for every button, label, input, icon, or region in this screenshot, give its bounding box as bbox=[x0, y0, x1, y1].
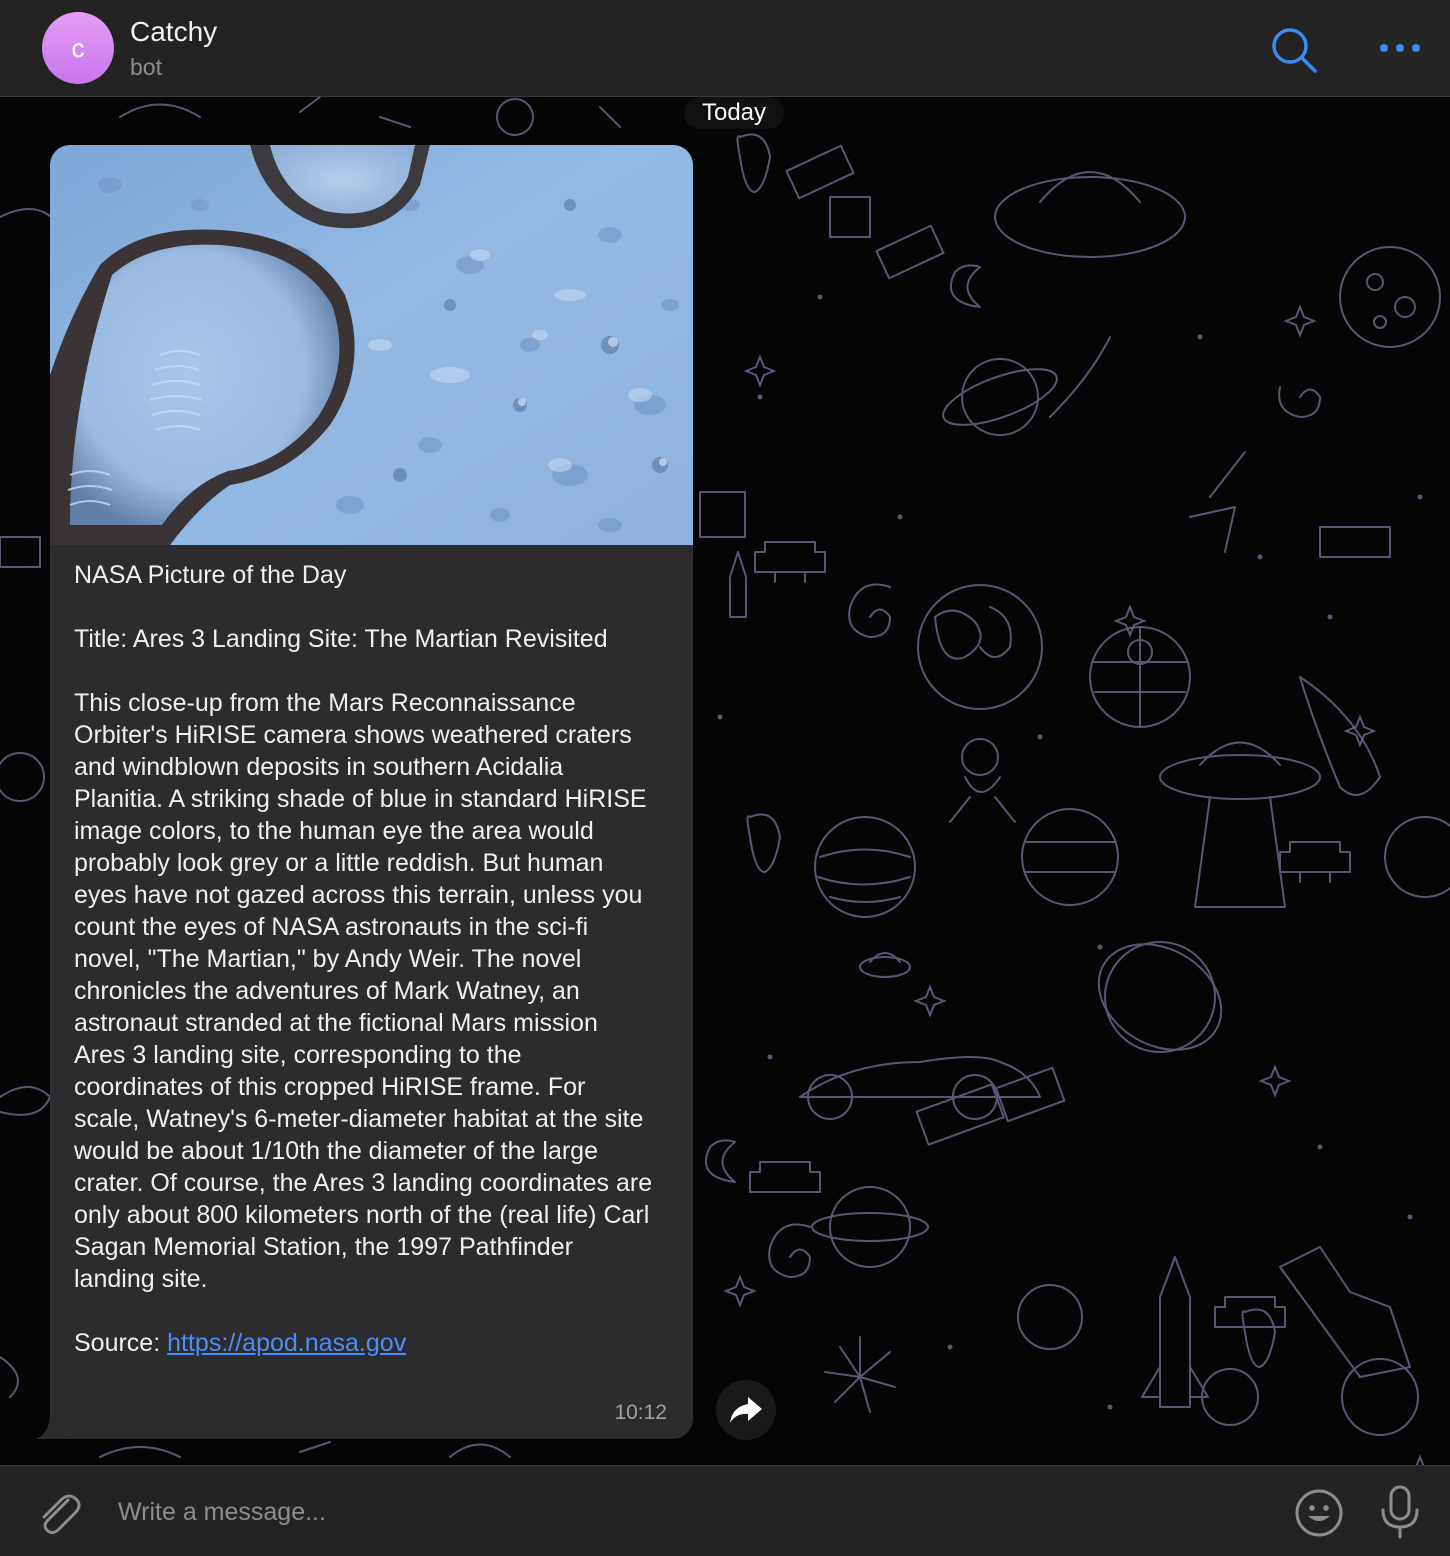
message-composer bbox=[0, 1465, 1450, 1556]
source-link[interactable]: https://apod.nasa.gov bbox=[167, 1329, 406, 1357]
message-bubble[interactable]: NASA Picture of the Day Title: Ares 3 La… bbox=[50, 145, 693, 1439]
message-text: NASA Picture of the Day Title: Ares 3 La… bbox=[74, 559, 654, 1359]
message-body: This close-up from the Mars Reconnaissan… bbox=[74, 689, 653, 1293]
avatar[interactable]: c bbox=[42, 12, 114, 84]
message-source: Source: https://apod.nasa.gov bbox=[74, 1327, 654, 1359]
message-title: Title: Ares 3 Landing Site: The Martian … bbox=[74, 625, 608, 653]
message-time: 10:12 bbox=[614, 1401, 667, 1424]
paperclip-icon[interactable] bbox=[34, 1488, 84, 1538]
emoji-icon[interactable] bbox=[1294, 1488, 1344, 1538]
message-photo[interactable] bbox=[50, 145, 693, 545]
forward-icon bbox=[730, 1397, 762, 1423]
forward-button[interactable] bbox=[716, 1380, 776, 1440]
source-label: Source: bbox=[74, 1329, 161, 1357]
more-icon[interactable] bbox=[1376, 30, 1424, 66]
chat-area[interactable]: Today NASA Picture of the Day Title: Are… bbox=[0, 97, 1450, 1465]
search-icon[interactable] bbox=[1268, 24, 1320, 76]
chat-status: bot bbox=[130, 54, 162, 80]
chat-name[interactable]: Catchy bbox=[130, 16, 217, 48]
message-input[interactable] bbox=[108, 1486, 1258, 1538]
microphone-icon[interactable] bbox=[1378, 1484, 1422, 1540]
message-heading: NASA Picture of the Day bbox=[74, 561, 347, 589]
chat-header: c Catchy bot bbox=[0, 0, 1450, 97]
date-divider: Today bbox=[684, 97, 784, 129]
